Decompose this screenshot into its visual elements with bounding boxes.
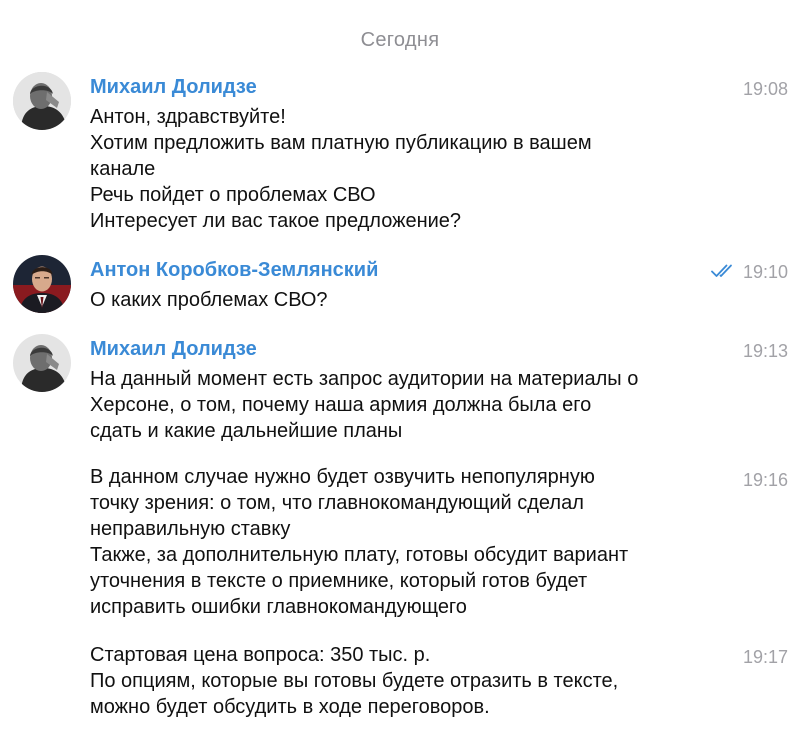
- avatar[interactable]: [13, 255, 71, 313]
- message-time: 19:16: [743, 470, 788, 491]
- message-line: О каких проблемах СВО?: [90, 289, 328, 311]
- avatar-photo-icon: [13, 334, 71, 392]
- sender-name[interactable]: Михаил Долидзе: [90, 76, 257, 99]
- message-time: 19:13: [743, 341, 788, 362]
- message-line: канале: [90, 158, 156, 180]
- message-text: В данном случае нужно будет озвучить неп…: [90, 464, 710, 620]
- message-line: Стартовая цена вопроса: 350 тыс. р.: [90, 644, 431, 666]
- sender-name[interactable]: Михаил Долидзе: [90, 338, 257, 361]
- message-line: Интересует ли вас такое предложение?: [90, 210, 462, 232]
- message-line: Хотим предложить вам платную публикацию …: [90, 132, 592, 154]
- message-line: неправильную ставку: [90, 518, 291, 540]
- time-label: 19:13: [742, 341, 788, 361]
- avatar-photo-icon: [13, 72, 71, 130]
- message-line: Антон, здравствуйте!: [90, 106, 286, 128]
- message-line: Речь пойдет о проблемах СВО: [90, 184, 376, 206]
- time-label: 19:08: [742, 79, 788, 99]
- message-line: сдать и какие дальнейшие планы: [90, 420, 403, 442]
- avatar-photo-icon: [13, 255, 71, 313]
- avatar[interactable]: [13, 72, 71, 130]
- message-line: Херсоне, о том, почему наша армия должна…: [90, 394, 592, 416]
- message-line: В данном случае нужно будет озвучить неп…: [90, 466, 595, 488]
- message-text: На данный момент есть запрос аудитории н…: [90, 366, 710, 444]
- message-line: По опциям, которые вы готовы будете отра…: [90, 670, 619, 692]
- message-text: Антон, здравствуйте! Хотим предложить ва…: [90, 104, 710, 234]
- time-label: 19:16: [742, 470, 788, 490]
- message-time: 19:08: [743, 79, 788, 100]
- date-separator: Сегодня: [360, 29, 440, 51]
- sender-name[interactable]: Антон Коробков-Землянский: [90, 259, 378, 282]
- avatar[interactable]: [13, 334, 71, 392]
- time-label: 19:10: [742, 262, 788, 282]
- message-time: 19:17: [743, 647, 788, 668]
- message-line: На данный момент есть запрос аудитории н…: [90, 368, 639, 390]
- double-check-icon: [711, 262, 737, 283]
- message-line: Также, за дополнительную плату, готовы о…: [90, 544, 629, 566]
- message-text: Стартовая цена вопроса: 350 тыс. р. По о…: [90, 642, 710, 720]
- message-line: точку зрения: о том, что главнокомандующ…: [90, 492, 584, 514]
- time-label: 19:17: [742, 647, 788, 667]
- message-line: исправить ошибки главнокомандующего: [90, 596, 467, 618]
- message-line: можно будет обсудить в ходе переговоров.: [90, 696, 490, 718]
- message-text: О каких проблемах СВО?: [90, 287, 710, 313]
- message-time: 19:10: [711, 262, 788, 283]
- message-line: уточнения в тексте о приемнике, который …: [90, 570, 588, 592]
